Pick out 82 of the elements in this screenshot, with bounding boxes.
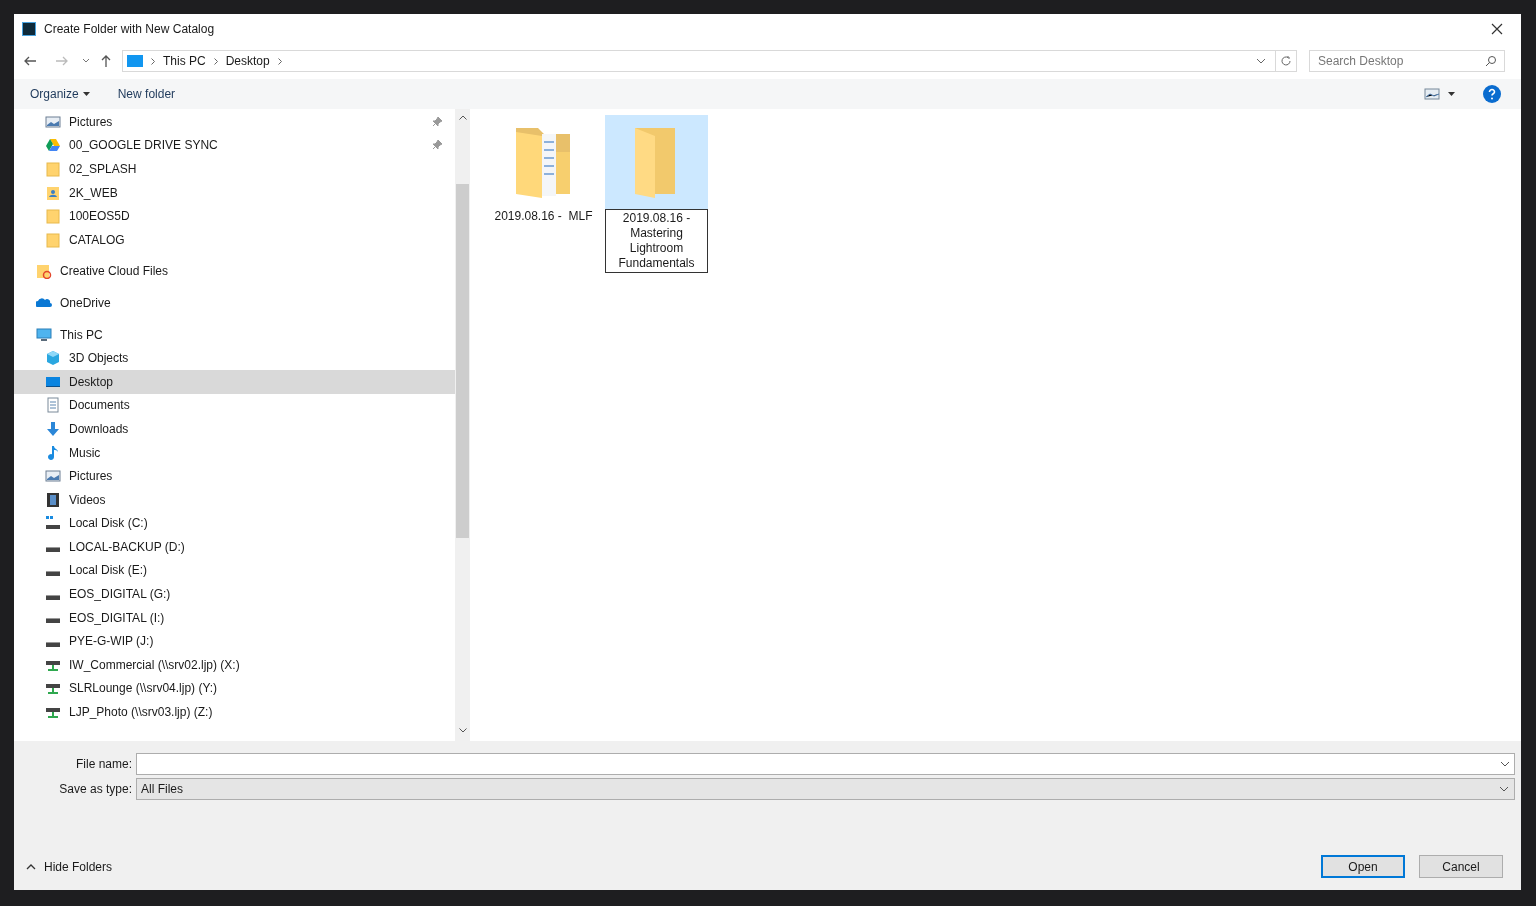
nav-item[interactable]: LOCAL-BACKUP (D:) (14, 535, 455, 559)
folder-tile[interactable]: 2019.08.16 - MLF (492, 115, 595, 224)
nav-item[interactable]: EOS_DIGITAL (I:) (14, 605, 455, 630)
cube-icon (45, 350, 61, 367)
film-icon (45, 491, 61, 508)
disk-drive-icon (46, 547, 60, 553)
scrollbar-thumb[interactable] (456, 184, 469, 538)
hide-folders-button[interactable]: Hide Folders (26, 857, 113, 876)
help-icon[interactable] (1483, 85, 1501, 103)
nav-item[interactable]: This PC (14, 322, 455, 347)
nav-item[interactable]: 00_GOOGLE DRIVE SYNC (14, 133, 455, 158)
nav-item[interactable]: Pictures (14, 110, 455, 134)
nav-item[interactable]: OneDrive (14, 291, 455, 315)
address-bar[interactable]: This PC Desktop (122, 50, 1297, 72)
nav-item[interactable]: 2K_WEB (14, 180, 455, 205)
nav-item[interactable]: 100EOS5D (14, 204, 455, 228)
nav-item[interactable]: Local Disk (E:) (14, 558, 455, 583)
chevron-right-icon (213, 57, 218, 65)
disk-drive-icon (46, 594, 60, 600)
cancel-button[interactable]: Cancel (1419, 855, 1503, 878)
disk-drive-icon (46, 641, 60, 647)
disk-drive-icon (45, 515, 61, 532)
chevron-down-icon[interactable] (82, 57, 90, 65)
search-icon (1485, 55, 1497, 67)
download-arrow-icon (45, 420, 61, 437)
file-name: 2019.08.16 - MLF (494, 209, 593, 224)
computer-icon (127, 55, 143, 67)
refresh-icon[interactable] (1280, 55, 1292, 67)
nav-item[interactable]: IW_Commercial (\\srv02.ljp) (X:) (14, 653, 455, 677)
folder-icon (45, 208, 61, 225)
nav-item[interactable]: Music (14, 440, 455, 465)
nav-item[interactable]: Desktop (14, 369, 455, 394)
pin-icon[interactable] (431, 115, 443, 128)
user-folder-icon (45, 184, 61, 201)
folder-tile[interactable]: 2019.08.16 - Mastering Lightroom Fundamentals (605, 115, 708, 273)
caret-icon[interactable] (82, 92, 90, 96)
app-logo-icon (22, 22, 36, 36)
nav-item[interactable]: EOS_DIGITAL (G:) (14, 582, 455, 606)
open-button[interactable]: Open (1321, 855, 1405, 878)
field-label: Save as type: (58, 781, 132, 798)
picture-icon (45, 113, 61, 130)
nav-item[interactable]: Videos (14, 487, 455, 512)
nav-item[interactable]: Pictures (14, 464, 455, 488)
scroll-up-icon[interactable] (458, 115, 467, 120)
nav-item[interactable]: Local Disk (C:) (14, 511, 455, 536)
folder-icon (45, 231, 61, 248)
cloud-folder-icon (36, 263, 52, 280)
rename-field[interactable]: 2019.08.16 - Mastering Lightroom Fundamentals (605, 209, 708, 273)
nav-item[interactable]: PYE-G-WIP (J:) (14, 629, 455, 654)
disk-drive-icon (46, 571, 60, 576)
chevron-right-icon (277, 57, 282, 65)
new-folder-button[interactable]: New folder (117, 85, 176, 103)
caret-icon[interactable] (1448, 92, 1455, 96)
music-note-icon (45, 444, 61, 461)
file-type-dropdown[interactable]: All Files (136, 778, 1515, 800)
document-icon (45, 397, 61, 414)
nav-item[interactable]: LJP_Photo (\\srv03.ljp) (Z:) (14, 700, 455, 724)
drive-logo-icon (45, 137, 61, 154)
file-name-field[interactable] (136, 753, 1515, 775)
search-field[interactable]: Search Desktop (1309, 50, 1505, 72)
nav-item[interactable]: Documents (14, 393, 455, 418)
nav-item[interactable]: Downloads (14, 417, 455, 441)
nav-item[interactable]: SLRLounge (\\srv04.ljp) (Y:) (14, 676, 455, 701)
window-title: Create Folder with New Catalog (44, 21, 215, 38)
breadcrumb[interactable]: Desktop (225, 52, 270, 70)
picture-icon (45, 468, 61, 485)
close-icon (1491, 23, 1503, 35)
field-label: File name: (74, 756, 132, 773)
organize-button[interactable]: Organize (30, 85, 90, 103)
computer-icon (36, 326, 52, 343)
view-icon[interactable] (1424, 88, 1440, 100)
folder-icon (45, 161, 61, 177)
nav-item[interactable]: Creative Cloud Files (14, 259, 455, 284)
pin-icon[interactable] (431, 139, 443, 152)
nav-item[interactable]: CATALOG (14, 227, 455, 252)
disk-drive-icon (46, 618, 60, 624)
breadcrumb[interactable]: This PC (163, 52, 206, 70)
nav-item[interactable]: 3D Objects (14, 346, 455, 370)
nav-item[interactable]: 02_SPLASH (14, 157, 455, 181)
chevron-right-icon (151, 57, 155, 65)
scroll-down-icon[interactable] (458, 728, 467, 733)
scrollbar[interactable] (455, 109, 470, 741)
